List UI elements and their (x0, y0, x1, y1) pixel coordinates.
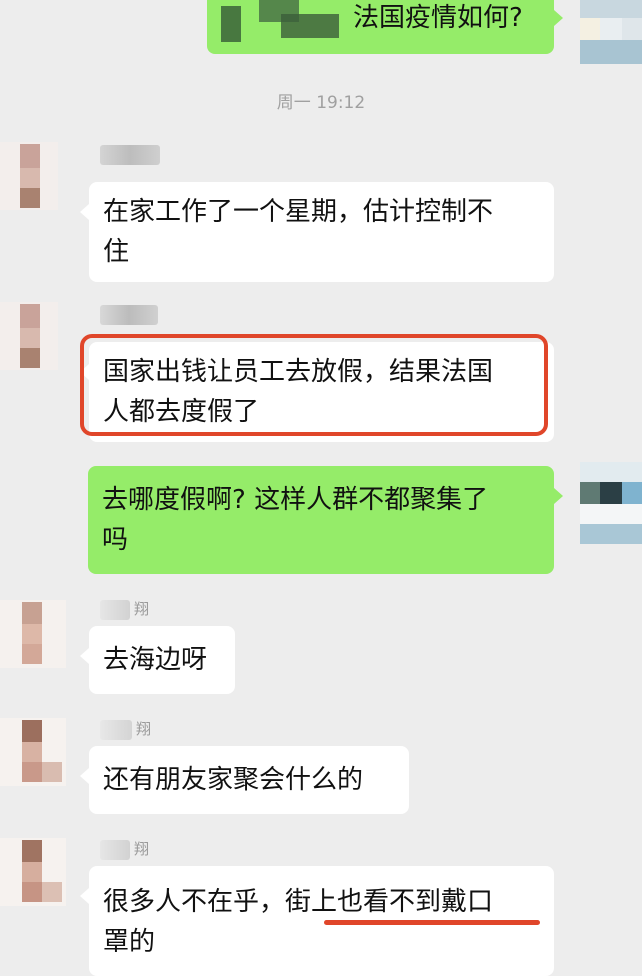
sender-name-blurred (100, 600, 130, 620)
avatar-pixel (580, 0, 642, 18)
avatar-pixel (22, 762, 42, 782)
avatar[interactable] (580, 462, 642, 544)
sender-name-blurred (100, 305, 158, 325)
message-text: 法国疫情如何? (353, 3, 523, 33)
sender-name: 翔 (134, 840, 150, 858)
avatar-pixel (22, 644, 42, 664)
sender-name: 翔 (136, 720, 152, 738)
avatar-pixel (22, 882, 42, 902)
blurred-content (281, 14, 339, 38)
highlight-box-annotation (80, 334, 548, 436)
sender-name-blurred (100, 840, 130, 860)
avatar[interactable] (0, 600, 66, 668)
avatar-pixel (20, 168, 40, 188)
avatar-pixel (42, 762, 62, 782)
avatar[interactable] (0, 838, 66, 906)
sender-name-blurred (100, 145, 160, 165)
avatar[interactable] (580, 0, 642, 64)
avatar-pixel (580, 482, 600, 504)
message-text-line: 去哪度假啊? 这样人群不都聚集了 (102, 485, 489, 515)
timestamp: 周一 19:12 (276, 93, 366, 113)
message-bubble-outgoing[interactable]: 法国疫情如何? (207, 0, 563, 54)
avatar-pixel (580, 524, 642, 544)
avatar-pixel (600, 482, 622, 504)
avatar-pixel (580, 18, 600, 40)
avatar-pixel (22, 862, 42, 882)
message-text-line: 住 (103, 237, 130, 267)
message-bubble-outgoing[interactable]: 去哪度假啊? 这样人群不都聚集了 吗 (88, 466, 563, 574)
avatar-pixel (22, 602, 42, 624)
avatar-pixel (42, 882, 62, 902)
avatar-pixel (22, 742, 42, 762)
avatar[interactable] (0, 718, 66, 786)
avatar-pixel (20, 328, 40, 348)
avatar[interactable] (0, 302, 58, 370)
avatar-pixel (580, 504, 642, 524)
avatar-pixel (580, 462, 642, 482)
avatar-pixel (580, 40, 642, 64)
avatar-pixel (622, 482, 642, 504)
message-bubble-incoming[interactable]: 在家工作了一个星期，估计控制不 住 (80, 182, 554, 282)
avatar[interactable] (0, 142, 58, 210)
message-bubble-incoming[interactable]: 去海边呀 (80, 626, 235, 694)
sender-name-blurred (100, 720, 132, 740)
avatar-pixel (22, 720, 42, 742)
avatar-pixel (22, 840, 42, 862)
avatar-pixel (20, 304, 40, 328)
message-text-line: 还有朋友家聚会什么的 (103, 765, 364, 795)
avatar-pixel (20, 348, 40, 368)
underline-annotation (324, 920, 540, 925)
avatar-pixel (20, 188, 40, 208)
sender-name: 翔 (134, 600, 150, 618)
avatar-pixel (20, 144, 40, 168)
blurred-content (221, 6, 241, 42)
message-text-line: 很多人不在乎，街上也看不到戴口 (103, 887, 494, 917)
avatar-pixel (622, 18, 642, 40)
message-bubble-incoming[interactable]: 还有朋友家聚会什么的 (80, 746, 409, 814)
message-text-line: 吗 (102, 525, 129, 555)
message-text-line: 去海边呀 (103, 645, 208, 675)
avatar-pixel (600, 18, 622, 40)
message-text-line: 在家工作了一个星期，估计控制不 (103, 197, 494, 227)
avatar-pixel (22, 624, 42, 644)
message-text-line: 罩的 (103, 927, 156, 957)
